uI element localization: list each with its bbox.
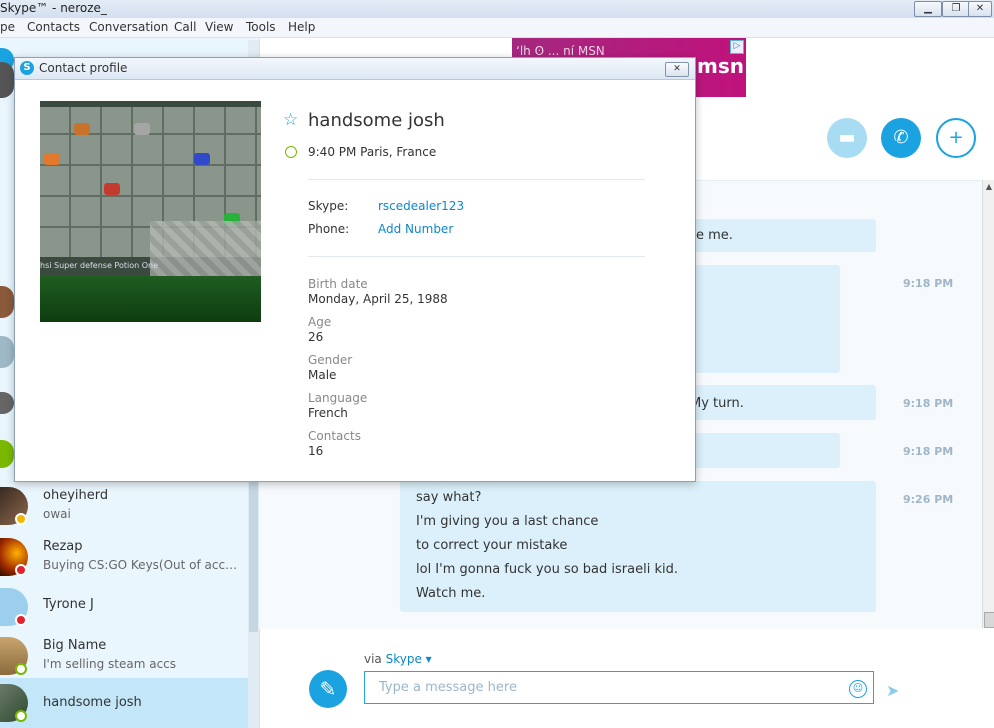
contact-name: oheyiherd — [43, 488, 109, 503]
contact-item-rezap[interactable]: Rezap Buying CS:GO Keys(Out of accoun... — [0, 532, 248, 582]
message-time: 9:18 PM — [903, 445, 954, 458]
status-busy-icon — [15, 614, 27, 626]
status-away-icon — [15, 513, 27, 525]
window-title: Skype™ - neroze_ — [0, 1, 107, 15]
menu-view[interactable]: View — [205, 20, 233, 34]
attach-button[interactable]: ✎ — [309, 670, 347, 708]
language-value: French — [308, 406, 348, 420]
contact-item-tyrone-j[interactable]: Tyrone J — [0, 582, 248, 632]
status-online-icon — [285, 146, 297, 158]
video-call-button[interactable]: ▬ — [827, 118, 867, 158]
ad-brand: msn — [697, 54, 744, 78]
gender-value: Male — [308, 368, 337, 382]
message-line: to correct your mistake — [416, 538, 568, 553]
contact-profile-dialog: S Contact profile ✕ hsi Super defense Po… — [14, 57, 696, 482]
title-bar: Skype™ - neroze_ ▁ ❐ ✕ — [0, 0, 994, 19]
menu-call[interactable]: Call — [174, 20, 196, 34]
inventory-item — [194, 153, 210, 165]
inventory-item — [134, 123, 150, 135]
contact-item-big-name[interactable]: Big Name I'm selling steam accs — [0, 631, 248, 681]
contacts-count-value: 16 — [308, 444, 324, 458]
gender-label: Gender — [308, 353, 353, 367]
skype-name-label: Skype: — [308, 199, 349, 213]
dialog-close-button[interactable]: ✕ — [665, 62, 689, 77]
contacts-count-label: Contacts — [308, 429, 361, 443]
age-value: 26 — [308, 330, 324, 344]
menu-contacts[interactable]: Contacts — [27, 20, 80, 34]
message-time: 9:26 PM — [903, 493, 954, 506]
favorite-star-icon[interactable]: ☆ — [283, 110, 298, 130]
inventory-item — [74, 123, 90, 135]
minimize-button[interactable]: ▁ — [914, 1, 942, 17]
profile-picture-caption: hsi Super defense Potion One — [40, 261, 159, 270]
profile-name: handsome josh — [308, 110, 445, 131]
scroll-up-arrow-icon[interactable]: ▲ — [983, 182, 994, 196]
skype-name-value[interactable]: rscedealer123 — [378, 199, 464, 213]
contact-item-handsome-josh[interactable]: handsome josh — [0, 678, 248, 728]
adchoices-icon[interactable]: ▷ — [730, 40, 744, 54]
emoticon-icon[interactable]: ☺ — [849, 680, 867, 698]
message-time: 9:18 PM — [903, 397, 954, 410]
via-service-dropdown[interactable]: Skype ▾ — [386, 652, 432, 666]
profile-picture: hsi Super defense Potion One — [40, 101, 261, 322]
contact-mood: owai — [43, 507, 71, 521]
language-label: Language — [308, 391, 368, 405]
send-icon[interactable]: ➤ — [886, 681, 899, 700]
age-label: Age — [308, 315, 332, 329]
dialog-title-bar[interactable]: S Contact profile ✕ — [15, 58, 695, 80]
menu-bar: pe Contacts Conversation Call View Tools… — [0, 18, 994, 38]
contact-mood: I'm selling steam accs — [43, 657, 177, 671]
contact-name: Rezap — [43, 539, 83, 554]
message-input[interactable] — [364, 671, 874, 704]
inventory-item — [44, 153, 60, 165]
maximize-button[interactable]: ❐ — [942, 1, 970, 17]
profile-avatar-icon[interactable] — [0, 62, 14, 98]
add-number-link[interactable]: Add Number — [378, 222, 453, 236]
voice-call-button[interactable]: ✆ — [881, 118, 921, 158]
status-busy-icon — [15, 564, 27, 576]
birth-date-value: Monday, April 25, 1988 — [308, 292, 448, 306]
message-time: 9:18 PM — [903, 277, 954, 290]
contact-name: Big Name — [43, 638, 107, 653]
via-label: via — [364, 652, 382, 666]
status-online-icon — [15, 663, 27, 675]
divider — [308, 256, 645, 257]
message-line: I'm giving you a last chance — [416, 514, 599, 529]
status-online-icon — [15, 710, 27, 722]
profile-picture-ground — [40, 276, 261, 322]
message-text-block: say what? I'm giving you a last chance t… — [416, 486, 678, 606]
skype-icon: S — [20, 61, 34, 75]
local-time: 9:40 PM Paris, France — [308, 145, 437, 159]
menu-skype[interactable]: pe — [0, 20, 15, 34]
birth-date-label: Birth date — [308, 277, 368, 291]
chat-scroll-thumb[interactable] — [984, 612, 994, 628]
message-line: lol I'm gonna fuck you so bad israeli ki… — [416, 562, 678, 577]
ad-text: ʻlh ʘ ... ní MSN — [516, 44, 605, 58]
menu-help[interactable]: Help — [288, 20, 315, 34]
contact-item-oheyiherd[interactable]: oheyiherd owai — [0, 481, 248, 531]
close-button[interactable]: ✕ — [968, 1, 992, 17]
paperclip-icon: ✎ — [319, 677, 337, 701]
message-line: Watch me. — [416, 586, 486, 601]
message-line: say what? — [416, 490, 482, 505]
contact-name: Tyrone J — [43, 597, 94, 612]
contact-mood: Buying CS:GO Keys(Out of accoun... — [43, 558, 238, 572]
add-contact-button[interactable]: + — [936, 118, 976, 158]
inventory-item — [104, 183, 120, 195]
menu-conversation[interactable]: Conversation — [89, 20, 168, 34]
chat-scrollbar[interactable]: ▲ — [982, 180, 994, 628]
via-selector: via Skype ▾ — [364, 652, 432, 666]
menu-tools[interactable]: Tools — [246, 20, 276, 34]
phone-label: Phone: — [308, 222, 350, 236]
contact-name: handsome josh — [43, 695, 142, 710]
sidebar-scroll-thumb[interactable] — [249, 480, 258, 632]
dialog-title: Contact profile — [39, 61, 128, 75]
divider — [308, 179, 645, 180]
message-text: My turn. — [690, 396, 744, 411]
